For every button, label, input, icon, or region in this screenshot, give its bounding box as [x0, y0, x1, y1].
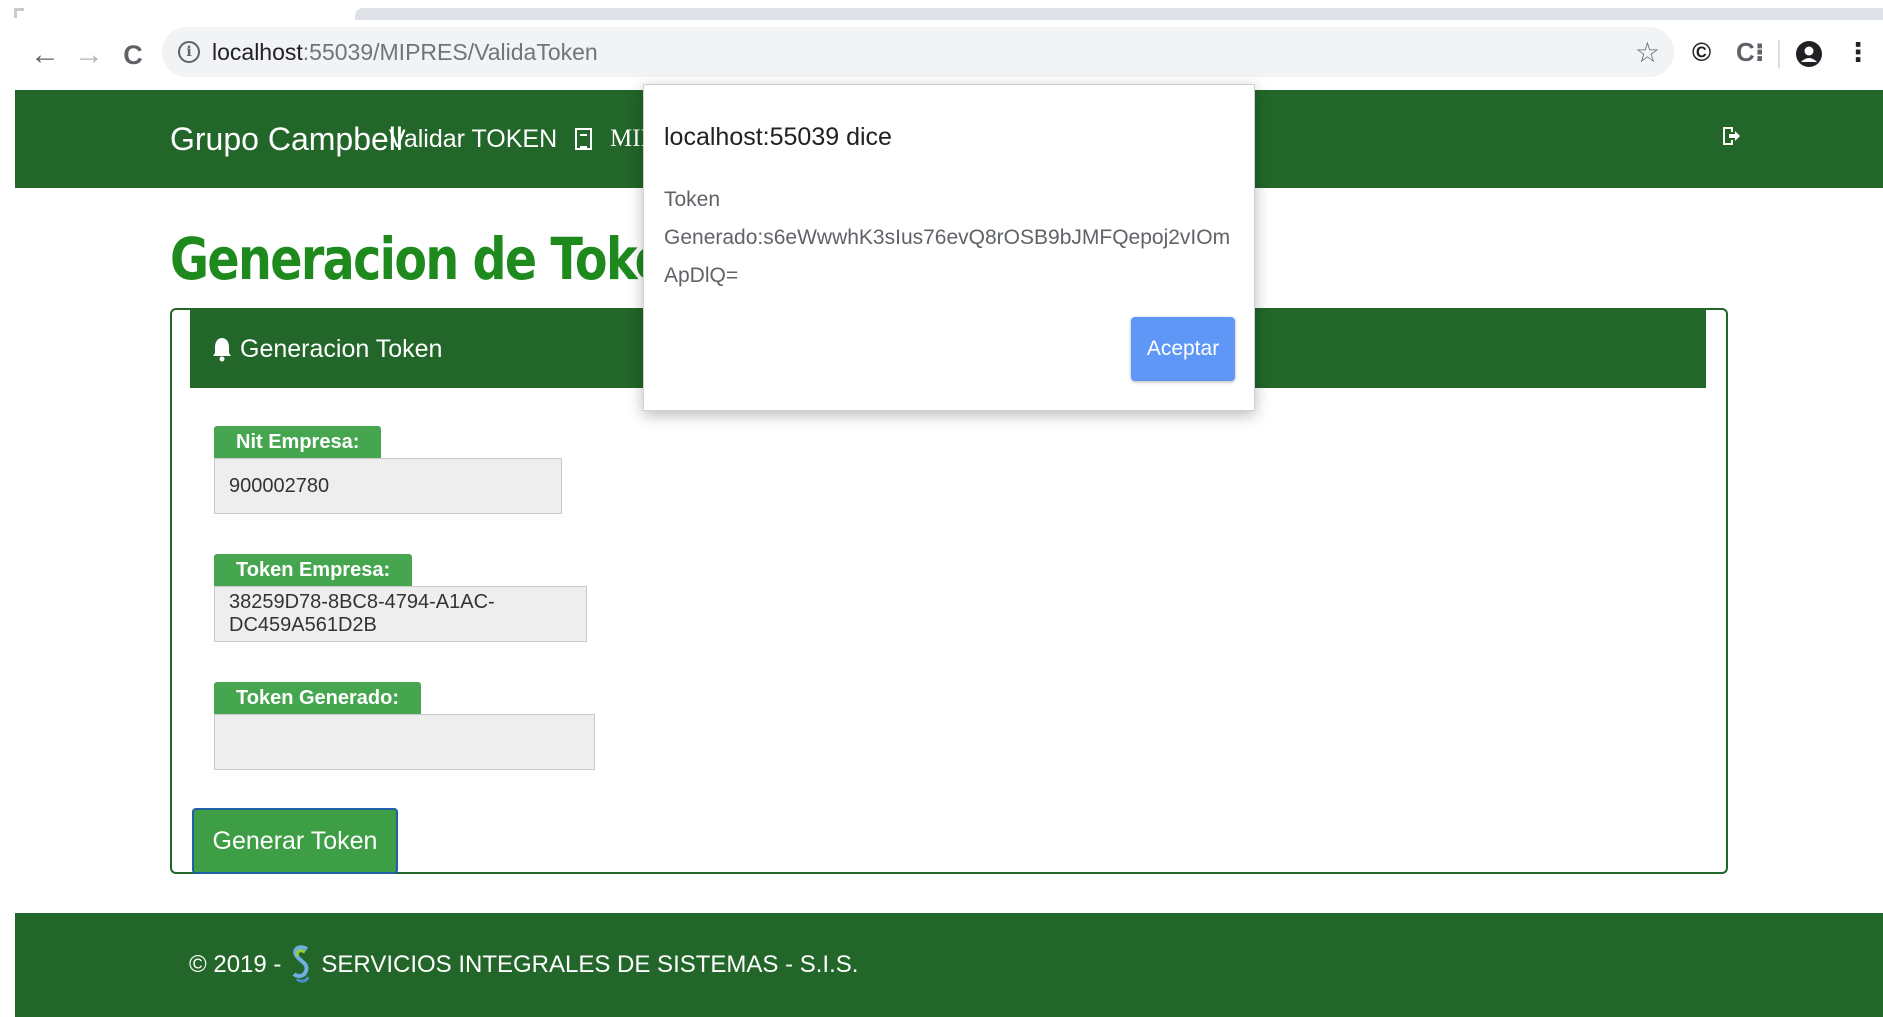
dialog-message-line1: Token	[664, 188, 721, 211]
url-text[interactable]: localhost:55039/MIPRES/ValidaToken	[212, 39, 598, 66]
nit-empresa-input[interactable]: 900002780	[214, 458, 562, 514]
logout-icon[interactable]	[1720, 124, 1742, 148]
footer-text: © 2019 - SERVICIOS INTEGRALES DE SISTEMA…	[189, 943, 858, 987]
token-generado-label: Token Generado:	[214, 682, 421, 714]
url-host: localhost	[212, 38, 303, 65]
browser-menu-icon[interactable]: ⋮	[1845, 37, 1871, 68]
aceptar-button[interactable]: Aceptar	[1131, 317, 1235, 381]
dialog-message: Token Generado:s6eWwwhK3sIus76evQ8rOSB9b…	[664, 181, 1244, 295]
panel-header-title: Generacion Token	[240, 334, 443, 363]
extension-icon[interactable]: ©	[1692, 37, 1711, 68]
browser-toolbar: ← → C i localhost:55039/MIPRES/ValidaTok…	[0, 20, 1883, 90]
back-icon[interactable]: ←	[24, 34, 66, 76]
tab-strip-bar	[355, 8, 1883, 20]
dialog-title: localhost:55039 dice	[664, 123, 892, 151]
bell-icon	[213, 338, 231, 362]
extension-icon-2[interactable]: C⁝	[1736, 37, 1765, 68]
nit-empresa-label: Nit Empresa:	[214, 426, 382, 458]
dialog-message-line2: Generado:s6eWwwhK3sIus76evQ8rOSB9bJMFQep…	[664, 226, 1231, 287]
document-icon	[575, 128, 592, 150]
sis-logo-icon	[292, 945, 310, 983]
url-path: :55039/MIPRES/ValidaToken	[302, 38, 598, 65]
tab-corner	[14, 8, 24, 18]
bookmark-star-icon[interactable]: ☆	[1635, 36, 1660, 69]
token-generado-input[interactable]	[214, 714, 595, 770]
footer-copyright: © 2019 -	[189, 951, 282, 978]
token-empresa-label: Token Empresa:	[214, 554, 413, 586]
forward-icon[interactable]: →	[68, 34, 110, 76]
footer-company: SERVICIOS INTEGRALES DE SISTEMAS - S.I.S…	[321, 951, 859, 978]
browser-tabstrip	[0, 0, 1883, 20]
brand-link[interactable]: Grupo Campbell	[170, 121, 403, 158]
footer: © 2019 - SERVICIOS INTEGRALES DE SISTEMA…	[15, 913, 1883, 1017]
page-title: Generacion de Token	[170, 225, 699, 293]
address-bar[interactable]: i localhost:55039/MIPRES/ValidaToken ☆	[162, 27, 1674, 77]
info-icon[interactable]: i	[178, 41, 200, 63]
generar-token-button[interactable]: Generar Token	[192, 808, 398, 874]
toolbar-separator	[1778, 40, 1780, 68]
alert-dialog: localhost:55039 dice Token Generado:s6eW…	[643, 84, 1255, 411]
profile-icon[interactable]	[1795, 40, 1823, 68]
nav-link-validar-token[interactable]: Validar TOKEN	[389, 125, 557, 154]
reload-icon[interactable]: C	[112, 34, 154, 76]
token-empresa-input[interactable]: 38259D78-8BC8-4794-A1AC-DC459A561D2B	[214, 586, 587, 642]
